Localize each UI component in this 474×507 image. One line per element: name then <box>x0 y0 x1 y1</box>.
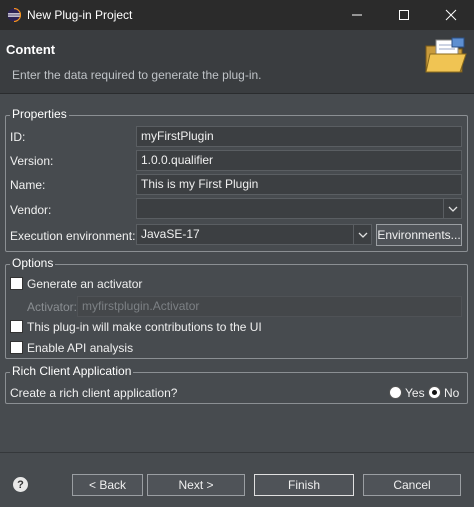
new-plugin-project-dialog: New Plug-in Project Content Enter the da… <box>0 0 474 507</box>
properties-legend: Properties <box>10 107 69 121</box>
generate-activator-label[interactable]: Generate an activator <box>27 277 142 291</box>
id-field[interactable]: myFirstPlugin <box>136 126 462 147</box>
name-field[interactable]: This is my First Plugin <box>136 174 462 195</box>
ui-contributions-checkbox[interactable] <box>10 320 23 333</box>
name-label: Name: <box>10 178 46 192</box>
next-button[interactable]: Next > <box>147 474 245 496</box>
finish-button[interactable]: Finish <box>254 474 354 496</box>
back-button-label: < Back <box>88 478 127 492</box>
rich-client-legend: Rich Client Application <box>10 364 134 378</box>
api-analysis-checkbox[interactable] <box>10 341 23 354</box>
close-icon <box>445 9 457 21</box>
minimize-icon <box>352 14 362 16</box>
activator-label: Activator: <box>27 300 78 314</box>
maximize-button[interactable] <box>381 0 427 30</box>
wizard-header: Content Enter the data required to gener… <box>0 30 474 94</box>
execution-environment-value: JavaSE-17 <box>141 227 200 241</box>
ui-contributions-label[interactable]: This plug-in will make contributions to … <box>27 320 262 334</box>
execution-environment-label: Execution environment: <box>10 229 136 243</box>
page-title: Content <box>6 42 56 57</box>
maximize-icon <box>399 10 409 20</box>
rich-client-question: Create a rich client application? <box>10 386 178 400</box>
next-button-label: Next > <box>178 478 214 492</box>
eclipse-icon <box>7 8 21 22</box>
help-icon[interactable]: ? <box>13 477 28 492</box>
window-title: New Plug-in Project <box>27 8 133 22</box>
cancel-button[interactable]: Cancel <box>363 474 461 496</box>
rich-client-no-radio[interactable] <box>428 386 441 399</box>
chevron-down-icon <box>448 206 457 212</box>
vendor-dropdown-button[interactable] <box>443 199 461 218</box>
chevron-down-icon <box>358 232 367 238</box>
close-button[interactable] <box>428 0 474 30</box>
rich-client-yes-label[interactable]: Yes <box>405 386 425 400</box>
vendor-combo[interactable] <box>136 198 462 219</box>
generate-activator-checkbox[interactable] <box>10 277 23 290</box>
minimize-button[interactable] <box>334 0 380 30</box>
rich-client-yes-radio[interactable] <box>389 386 402 399</box>
api-analysis-label[interactable]: Enable API analysis <box>27 341 133 355</box>
environments-button-label: Environments... <box>377 228 461 242</box>
title-bar[interactable]: New Plug-in Project <box>0 0 474 30</box>
finish-button-label: Finish <box>287 478 320 492</box>
back-button[interactable]: < Back <box>72 474 143 496</box>
version-label: Version: <box>10 154 54 168</box>
execution-environment-combo[interactable]: JavaSE-17 <box>136 224 372 245</box>
execution-environment-dropdown-button[interactable] <box>353 225 371 244</box>
options-legend: Options <box>10 256 56 270</box>
folder-open-icon <box>425 37 467 73</box>
page-description: Enter the data required to generate the … <box>12 68 262 82</box>
cancel-button-label: Cancel <box>393 478 431 492</box>
vendor-label: Vendor: <box>10 203 52 217</box>
version-field[interactable]: 1.0.0.qualifier <box>136 150 462 171</box>
environments-button[interactable]: Environments... <box>376 224 462 246</box>
id-label: ID: <box>10 130 26 144</box>
rich-client-no-label[interactable]: No <box>444 386 459 400</box>
activator-field: myfirstplugin.Activator <box>77 296 462 317</box>
